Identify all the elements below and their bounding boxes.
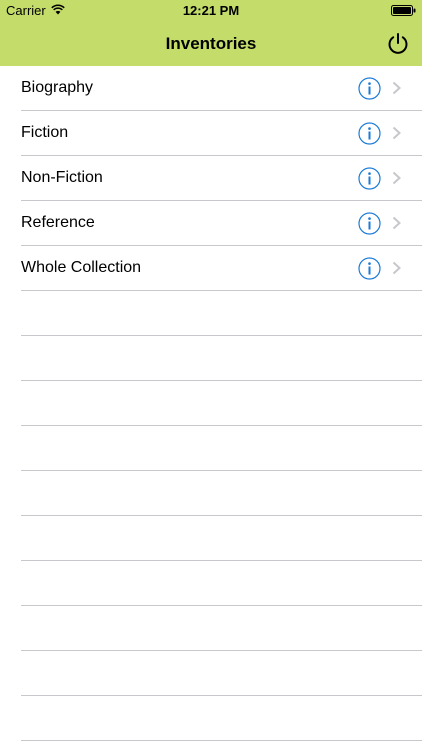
empty-row xyxy=(21,381,422,426)
list-item-label: Fiction xyxy=(21,124,69,141)
status-bar: Carrier 12:21 PM xyxy=(0,0,422,22)
list-item-label: Whole Collection xyxy=(21,259,142,276)
list-item-fiction[interactable]: Fiction xyxy=(21,111,422,156)
list-item-non-fiction[interactable]: Non-Fiction xyxy=(21,156,422,201)
list-item-reference[interactable]: Reference xyxy=(21,201,422,246)
empty-row xyxy=(21,516,422,561)
status-time: 12:21 PM xyxy=(182,3,240,18)
empty-row xyxy=(21,291,422,336)
list-item-label: Reference xyxy=(21,214,95,231)
navigation-bar: Carrier 12:21 PM Inventories xyxy=(0,0,422,66)
battery-icon xyxy=(391,5,416,16)
chevron-right-icon xyxy=(392,171,401,185)
info-icon[interactable] xyxy=(358,77,381,100)
empty-row xyxy=(21,426,422,471)
empty-row xyxy=(21,606,422,651)
info-icon[interactable] xyxy=(358,212,381,235)
chevron-right-icon xyxy=(392,261,401,275)
power-icon[interactable] xyxy=(386,32,410,56)
list-item-label: Non-Fiction xyxy=(21,169,103,186)
empty-row xyxy=(21,471,422,516)
chevron-right-icon xyxy=(392,216,401,230)
empty-row xyxy=(21,336,422,381)
list-item-biography[interactable]: Biography xyxy=(21,66,422,111)
list-item-label: Biography xyxy=(21,79,94,96)
info-icon[interactable] xyxy=(358,122,381,145)
info-icon[interactable] xyxy=(358,167,381,190)
empty-row xyxy=(21,561,422,606)
empty-row xyxy=(21,696,422,741)
empty-row xyxy=(21,651,422,696)
chevron-right-icon xyxy=(392,126,401,140)
list-item-whole-collection[interactable]: Whole Collection xyxy=(21,246,422,291)
inventory-list: Biography Fiction Non-Fiction Reference … xyxy=(0,66,422,741)
info-icon[interactable] xyxy=(358,257,381,280)
page-title: Inventories xyxy=(165,34,257,53)
chevron-right-icon xyxy=(392,81,401,95)
